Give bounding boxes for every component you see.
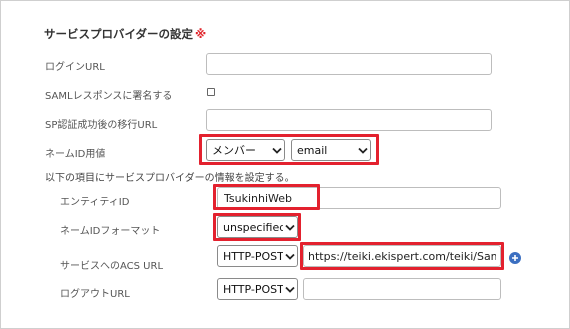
logout-method-select-value: HTTP-POST	[223, 282, 283, 296]
subsection-note: 以下の項目にサービスプロバイダーの情報を設定する。	[45, 173, 295, 184]
login-url-label: ログインURL	[45, 62, 105, 73]
highlight-entity-id	[213, 184, 320, 210]
section-title-text: サービスプロバイダーの設定	[44, 27, 194, 41]
saml-sign-label: SAMLレスポンスに署名する	[45, 91, 173, 102]
plus-circle-icon[interactable]	[509, 252, 521, 264]
logout-url-input[interactable]	[303, 278, 501, 300]
acs-method-select-value: HTTP-POST	[223, 249, 283, 263]
chevron-down-icon	[283, 253, 297, 260]
highlight-nameid-format	[213, 213, 301, 241]
sp-redirect-url-label: SP認証成功後の移行URL	[45, 120, 158, 131]
section-title: サービスプロバイダーの設定 ※	[44, 26, 206, 42]
logout-url-label: ログアウトURL	[60, 289, 130, 300]
sp-redirect-url-input[interactable]	[206, 109, 492, 131]
login-url-input[interactable]	[206, 53, 492, 75]
settings-panel: サービスプロバイダーの設定 ※ ログインURL SAMLレスポンスに署名する SP…	[0, 0, 570, 329]
highlight-acs-url	[300, 242, 504, 270]
nameid-format-label: ネームIDフォーマット	[60, 226, 161, 237]
logout-method-select[interactable]: HTTP-POST	[217, 278, 298, 300]
highlight-nameid-value	[199, 134, 379, 165]
nameid-value-label: ネームID用値	[45, 149, 106, 160]
saml-sign-checkbox[interactable]	[207, 88, 215, 96]
chevron-down-icon	[283, 286, 297, 293]
entity-id-label: エンティティID	[60, 197, 130, 208]
required-mark: ※	[195, 27, 207, 41]
acs-url-label: サービスへのACS URL	[60, 261, 164, 272]
acs-method-select[interactable]: HTTP-POST	[217, 245, 298, 267]
